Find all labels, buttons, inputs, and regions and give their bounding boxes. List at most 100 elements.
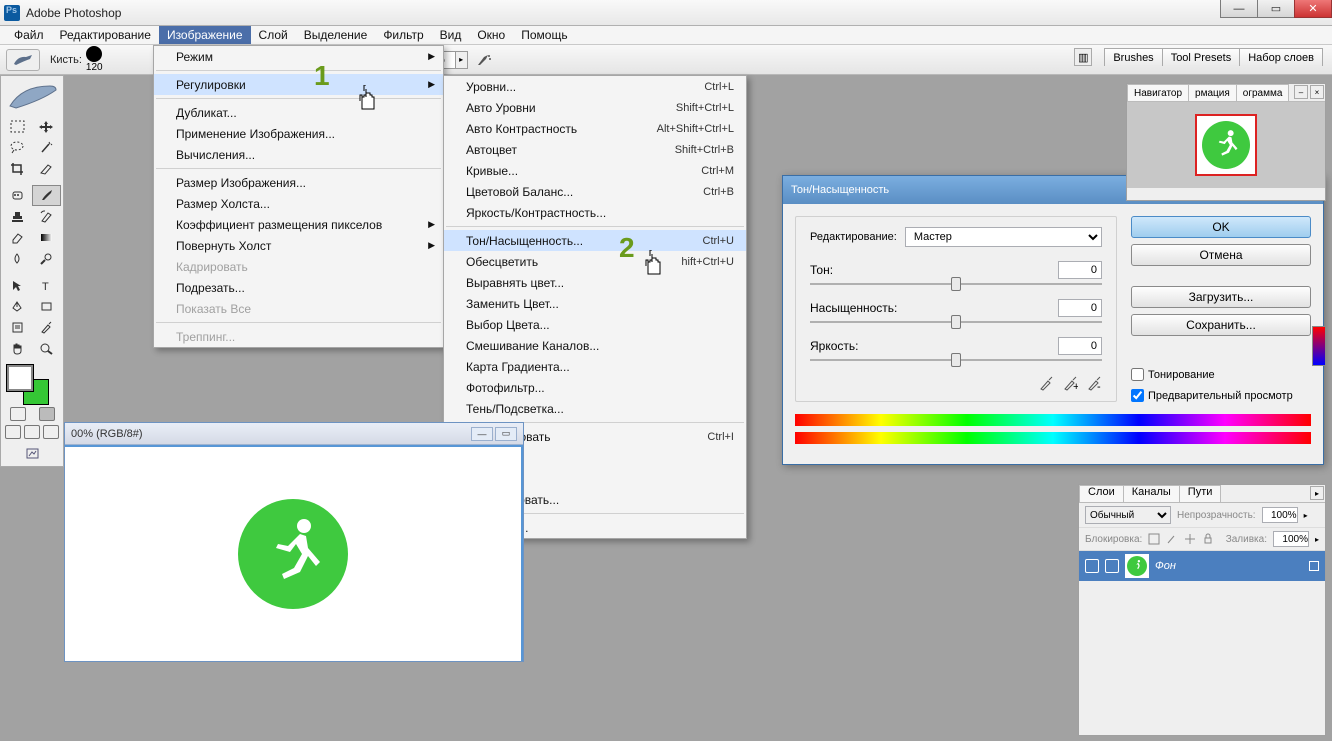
palette-tab[interactable]: Tool Presets xyxy=(1162,48,1241,66)
nav-tab[interactable]: ограмма xyxy=(1236,84,1290,101)
edit-select[interactable]: Мастер xyxy=(905,227,1102,247)
panel-close-icon[interactable]: × xyxy=(1310,85,1324,99)
layers-tab[interactable]: Слои xyxy=(1079,485,1124,502)
color-swatches[interactable] xyxy=(3,363,63,405)
tool-preset-icon[interactable] xyxy=(6,49,40,71)
quickmask-icon[interactable] xyxy=(39,407,55,421)
colorize-checkbox[interactable]: Тонирование xyxy=(1131,368,1311,381)
menu-item[interactable]: Дубликат... xyxy=(154,102,443,123)
menu-item[interactable]: Цветовой Баланс...Ctrl+B xyxy=(444,181,746,202)
menu-фильтр[interactable]: Фильтр xyxy=(375,26,431,44)
ok-button[interactable]: OK xyxy=(1131,216,1311,238)
lock-paint-icon[interactable] xyxy=(1166,533,1178,545)
menu-вид[interactable]: Вид xyxy=(432,26,470,44)
history-brush-icon[interactable] xyxy=(32,206,61,227)
panel-menu-icon[interactable]: ▸ xyxy=(1310,486,1324,500)
preview-checkbox[interactable]: Предварительный просмотр xyxy=(1131,389,1311,402)
menu-item[interactable]: Обесцветитьhift+Ctrl+U xyxy=(444,251,746,272)
stamp-tool-icon[interactable] xyxy=(3,206,32,227)
navigator-thumbnail[interactable] xyxy=(1127,102,1325,188)
hue-slider[interactable] xyxy=(810,283,1102,285)
menu-item[interactable]: Уровни...Ctrl+L xyxy=(444,76,746,97)
flow-dropdown-icon[interactable]: ▸ xyxy=(456,51,468,69)
eyedropper-tool-icon[interactable] xyxy=(32,317,61,338)
visibility-icon[interactable] xyxy=(1085,559,1099,573)
menu-item[interactable]: Применение Изображения... xyxy=(154,123,443,144)
sat-slider[interactable] xyxy=(810,321,1102,323)
fg-color-swatch[interactable] xyxy=(7,365,33,391)
light-slider[interactable] xyxy=(810,359,1102,361)
menu-item[interactable]: Авто УровниShift+Ctrl+L xyxy=(444,97,746,118)
menu-выделение[interactable]: Выделение xyxy=(296,26,376,44)
menu-item[interactable]: Яркость/Контрастность... xyxy=(444,202,746,223)
menu-item[interactable]: Вычисления... xyxy=(154,144,443,165)
zoom-tool-icon[interactable] xyxy=(32,338,61,359)
hue-input[interactable] xyxy=(1058,261,1102,279)
palette-tab[interactable]: Набор слоев xyxy=(1239,48,1323,66)
fill-input[interactable] xyxy=(1273,531,1309,547)
brush-tool-icon[interactable] xyxy=(32,185,61,206)
menu-item[interactable]: Размер Изображения... xyxy=(154,172,443,193)
menu-item[interactable]: Фотофильтр... xyxy=(444,377,746,398)
layers-tab[interactable]: Пути xyxy=(1179,485,1222,502)
layer-thumbnail[interactable] xyxy=(1125,554,1149,578)
menu-помощь[interactable]: Помощь xyxy=(513,26,575,44)
menu-item[interactable]: Выравнять цвет... xyxy=(444,272,746,293)
menu-item[interactable]: Режим▶ xyxy=(154,46,443,67)
blur-tool-icon[interactable] xyxy=(3,248,32,269)
brush-size-picker[interactable]: 120 xyxy=(86,46,103,73)
maximize-button[interactable]: ▭ xyxy=(1257,0,1295,18)
heal-tool-icon[interactable] xyxy=(3,185,32,206)
wand-tool-icon[interactable] xyxy=(32,137,61,158)
hand-tool-icon[interactable] xyxy=(3,338,32,359)
nav-tab[interactable]: Навигатор xyxy=(1127,84,1189,101)
type-tool-icon[interactable]: T xyxy=(32,275,61,296)
menu-item[interactable]: Тон/Насыщенность...Ctrl+U xyxy=(444,230,746,251)
menu-item[interactable]: Регулировки▶ xyxy=(154,74,443,95)
menu-item[interactable]: Повернуть Холст▶ xyxy=(154,235,443,256)
menu-item[interactable]: Тень/Подсветка... xyxy=(444,398,746,419)
document-titlebar[interactable]: 00% (RGB/8#) —▭ xyxy=(65,423,523,445)
nav-tab[interactable]: рмация xyxy=(1188,84,1237,101)
gradient-tool-icon[interactable] xyxy=(32,227,61,248)
marquee-tool-icon[interactable] xyxy=(3,116,32,137)
panel-min-icon[interactable]: – xyxy=(1294,85,1308,99)
minimize-button[interactable]: — xyxy=(1220,0,1258,18)
lock-move-icon[interactable] xyxy=(1184,533,1196,545)
lock-trans-icon[interactable] xyxy=(1148,533,1160,545)
save-button[interactable]: Сохранить... xyxy=(1131,314,1311,336)
menu-item[interactable]: АвтоцветShift+Ctrl+B xyxy=(444,139,746,160)
layers-tab[interactable]: Каналы xyxy=(1123,485,1180,502)
eraser-tool-icon[interactable] xyxy=(3,227,32,248)
palette-tab[interactable]: Brushes xyxy=(1104,48,1162,66)
quickmask-std-icon[interactable] xyxy=(10,407,26,421)
light-input[interactable] xyxy=(1058,337,1102,355)
pen-tool-icon[interactable] xyxy=(3,296,32,317)
menu-item[interactable]: Подрезать... xyxy=(154,277,443,298)
menu-слой[interactable]: Слой xyxy=(251,26,296,44)
menu-item[interactable]: Заменить Цвет... xyxy=(444,293,746,314)
menu-изображение[interactable]: Изображение xyxy=(159,26,251,44)
cancel-button[interactable]: Отмена xyxy=(1131,244,1311,266)
menu-item[interactable]: Выбор Цвета... xyxy=(444,314,746,335)
load-button[interactable]: Загрузить... xyxy=(1131,286,1311,308)
eyedropper-sub-icon[interactable]: - xyxy=(1086,375,1102,391)
menu-item[interactable]: Размер Холста... xyxy=(154,193,443,214)
layer-row[interactable]: Фон xyxy=(1079,551,1325,581)
menu-файл[interactable]: Файл xyxy=(6,26,52,44)
slice-tool-icon[interactable] xyxy=(32,158,61,179)
sat-input[interactable] xyxy=(1058,299,1102,317)
move-tool-icon[interactable] xyxy=(32,116,61,137)
palette-well-icon[interactable]: ▥ xyxy=(1074,48,1092,66)
screen-full-menu-icon[interactable] xyxy=(24,425,40,439)
airbrush-icon[interactable] xyxy=(474,51,494,69)
blend-mode-select[interactable]: Обычный xyxy=(1085,506,1171,524)
menu-item[interactable]: Авто КонтрастностьAlt+Shift+Ctrl+L xyxy=(444,118,746,139)
menu-item[interactable]: Кривые...Ctrl+M xyxy=(444,160,746,181)
screen-full-icon[interactable] xyxy=(43,425,59,439)
opacity-input[interactable] xyxy=(1262,507,1298,523)
menu-item[interactable]: Коэффициент размещения пикселов▶ xyxy=(154,214,443,235)
menu-item[interactable]: Смешивание Каналов... xyxy=(444,335,746,356)
dodge-tool-icon[interactable] xyxy=(32,248,61,269)
eyedropper-add-icon[interactable]: + xyxy=(1062,375,1078,391)
